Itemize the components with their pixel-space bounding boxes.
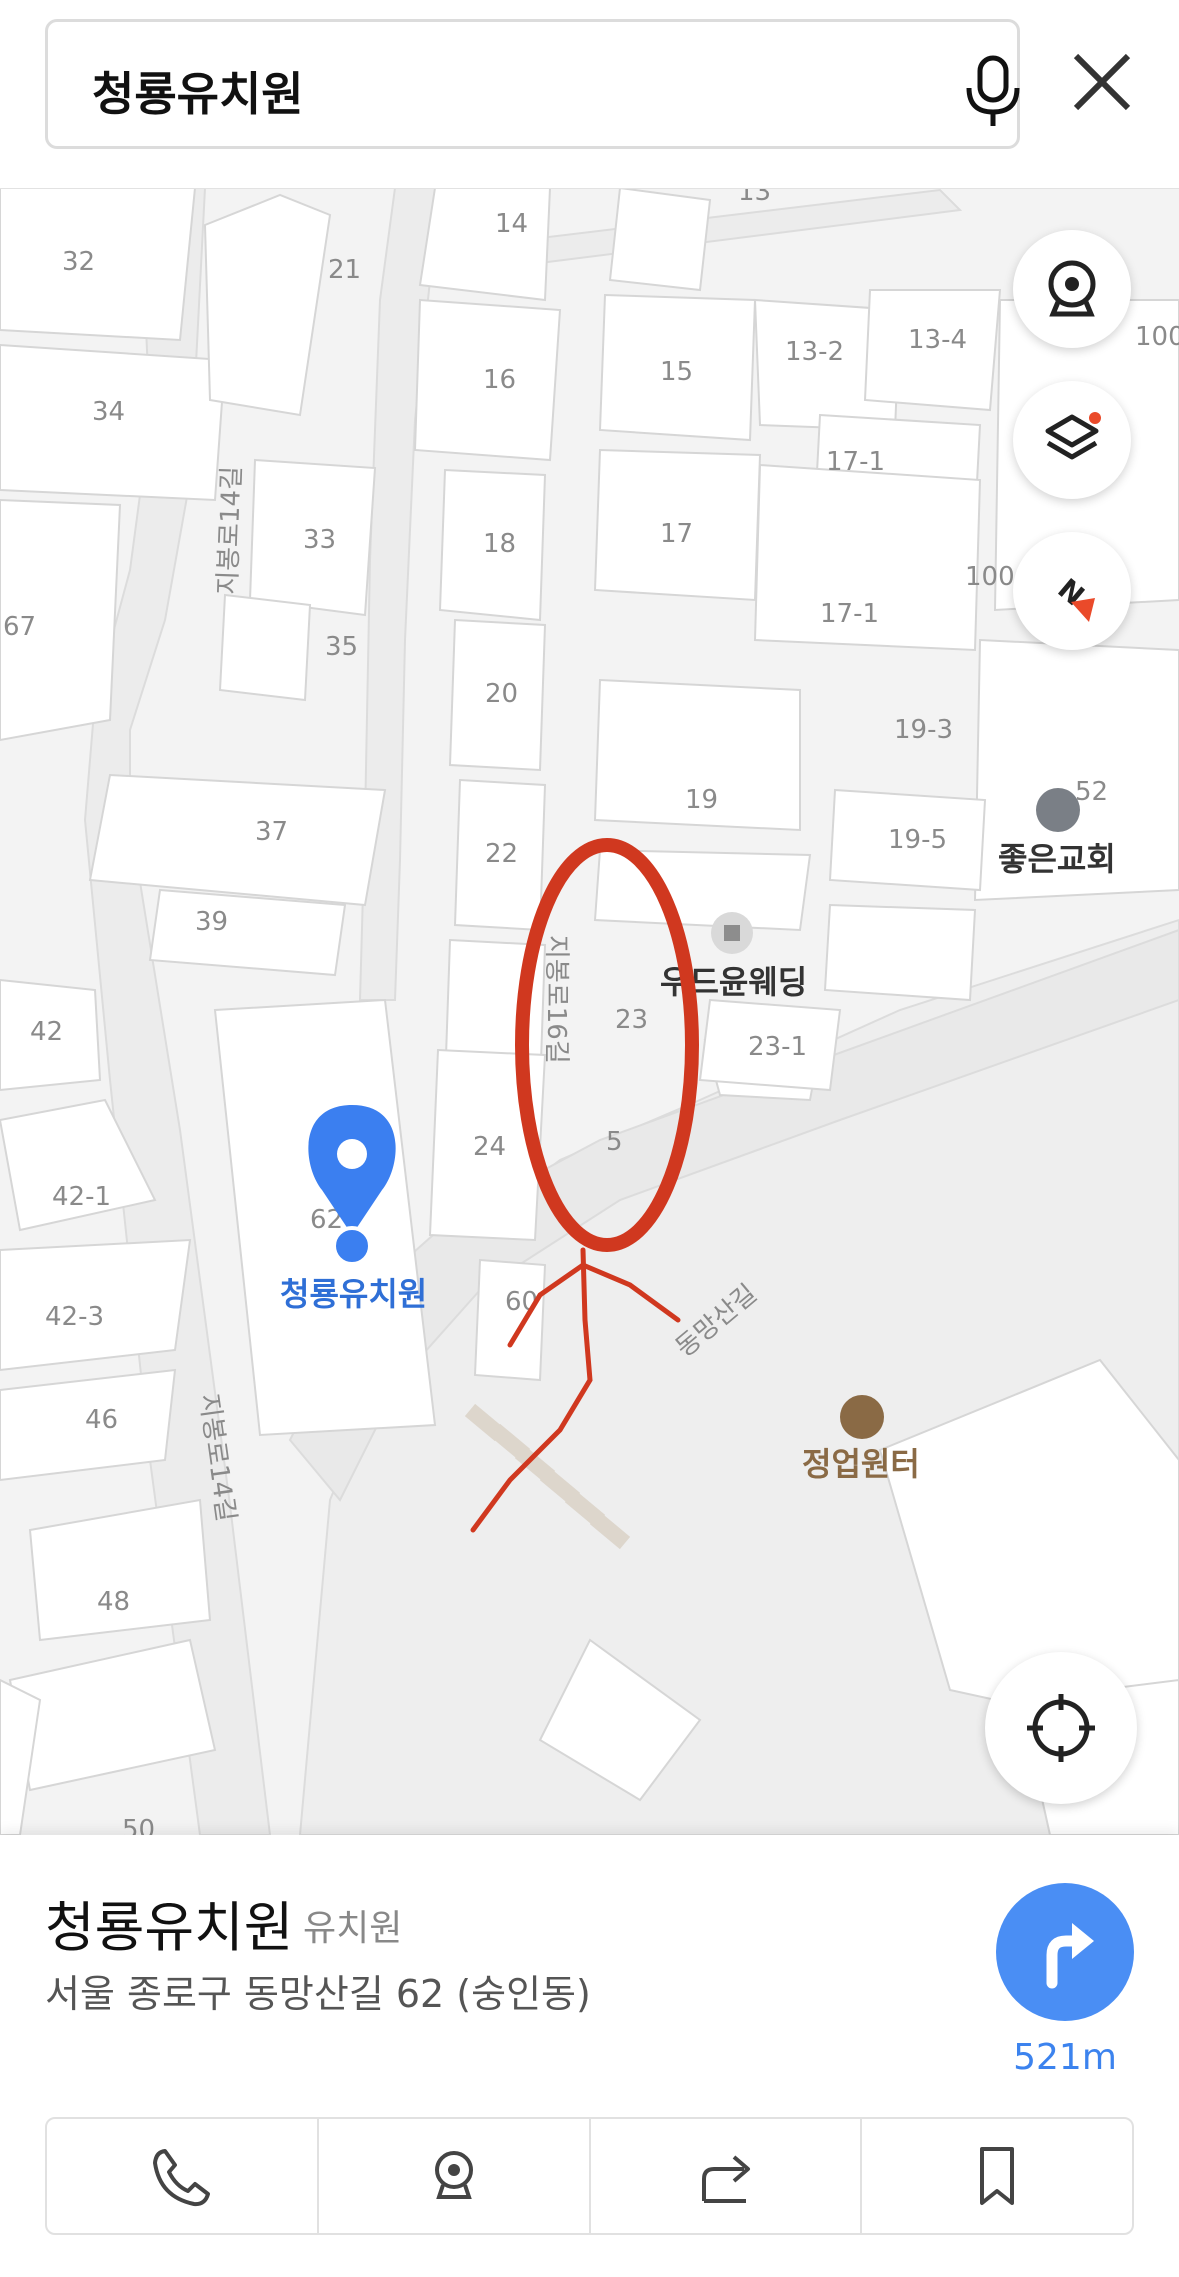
building-number: 17-1 <box>820 599 879 629</box>
building-number: 67 <box>3 612 36 642</box>
place-address: 서울 종로구 동망산길 62 (숭인동) <box>45 1972 591 2016</box>
street-view-icon <box>434 2151 473 2199</box>
building-number: 13-2 <box>785 337 844 367</box>
building-number: 18 <box>483 529 516 559</box>
church-icon[interactable] <box>1036 788 1080 832</box>
building-number: 34 <box>92 397 125 427</box>
building-number: 19 <box>685 785 718 815</box>
building-number: 16 <box>483 365 516 395</box>
building-number: 37 <box>255 817 288 847</box>
layers-icon <box>1045 412 1101 460</box>
building-number: 13 <box>738 188 771 207</box>
place-category: 유치원 <box>303 1908 403 1949</box>
place-info-sheet: 청룡유치원 유치원 서울 종로구 동망산길 62 (숭인동) 521m <box>0 1835 1179 2277</box>
turn-right-arrow-icon <box>1046 1923 1094 1989</box>
map-view[interactable]: 32 21 14 13 34 16 15 13-2 13-4 100 17-1 … <box>0 188 1179 1835</box>
selected-place-label[interactable]: 청룡유치원 <box>280 1275 427 1313</box>
poi-church-label[interactable]: 좋은교회 <box>998 840 1116 878</box>
building-number: 13-4 <box>908 325 967 355</box>
building-number: 46 <box>85 1405 118 1435</box>
building-number: 42-1 <box>52 1182 111 1212</box>
action-bar <box>45 2117 1134 2235</box>
close-icon[interactable] <box>1062 42 1142 122</box>
building-number: 50 <box>122 1815 155 1835</box>
building-number: 15 <box>660 357 693 387</box>
building-number: 24 <box>473 1132 506 1162</box>
building-number: 48 <box>97 1587 130 1617</box>
building-number: 42 <box>30 1017 63 1047</box>
crosshair-icon <box>1027 1694 1095 1762</box>
building-number: 42-3 <box>45 1302 104 1332</box>
building-number: 19-3 <box>894 715 953 745</box>
building-number: 39 <box>195 907 228 937</box>
building-number: 33 <box>303 525 336 555</box>
building-number: 14 <box>495 209 528 239</box>
top-search-bar: 청룡유치원 <box>0 0 1179 189</box>
share-button[interactable] <box>591 2119 863 2233</box>
compass-button[interactable]: N <box>1013 532 1131 650</box>
street-label: 지봉로16길 <box>541 935 571 1064</box>
building-number: 100 <box>965 562 1015 592</box>
search-query: 청룡유치원 <box>92 67 304 121</box>
street-view-action-button[interactable] <box>319 2119 591 2233</box>
call-button[interactable] <box>47 2119 319 2233</box>
street-view-icon <box>1048 260 1096 317</box>
search-field[interactable]: 청룡유치원 <box>45 19 1020 149</box>
bookmark-icon <box>980 2147 1015 2205</box>
building-number: 20 <box>485 679 518 709</box>
wedding-shop-icon[interactable] <box>724 925 740 941</box>
my-location-button[interactable] <box>985 1652 1137 1804</box>
building-number: 23 <box>615 1005 648 1035</box>
building-number: 22 <box>485 839 518 869</box>
poi-pavilion-label[interactable]: 정업원터 <box>802 1445 920 1483</box>
phone-icon <box>152 2149 210 2207</box>
directions-button[interactable] <box>996 1883 1134 2021</box>
route-distance: 521m <box>1013 2037 1117 2078</box>
building-number: 21 <box>328 255 361 285</box>
street-label: 지봉로14길 <box>213 466 247 596</box>
building-number: 5 <box>606 1127 623 1157</box>
building-number: 19-5 <box>888 825 947 855</box>
map-layers-button[interactable] <box>1013 381 1131 499</box>
street-view-button[interactable] <box>1013 230 1131 348</box>
building-number: 35 <box>325 632 358 662</box>
save-bookmark-button[interactable] <box>862 2119 1132 2233</box>
building-number: 17 <box>660 519 693 549</box>
place-name: 청룡유치원 <box>45 1896 294 1959</box>
building-number: 52 <box>1075 777 1108 807</box>
share-icon <box>702 2155 751 2203</box>
compass-icon: N <box>1052 572 1095 622</box>
map-canvas: 32 21 14 13 34 16 15 13-2 13-4 100 17-1 … <box>0 188 1179 1835</box>
microphone-icon[interactable] <box>953 50 1033 130</box>
building-number: 100 <box>1135 322 1179 352</box>
building-number: 32 <box>62 247 95 277</box>
building-number: 23-1 <box>748 1032 807 1062</box>
landmark-icon[interactable] <box>840 1395 884 1439</box>
building-number: 17-1 <box>826 447 885 477</box>
